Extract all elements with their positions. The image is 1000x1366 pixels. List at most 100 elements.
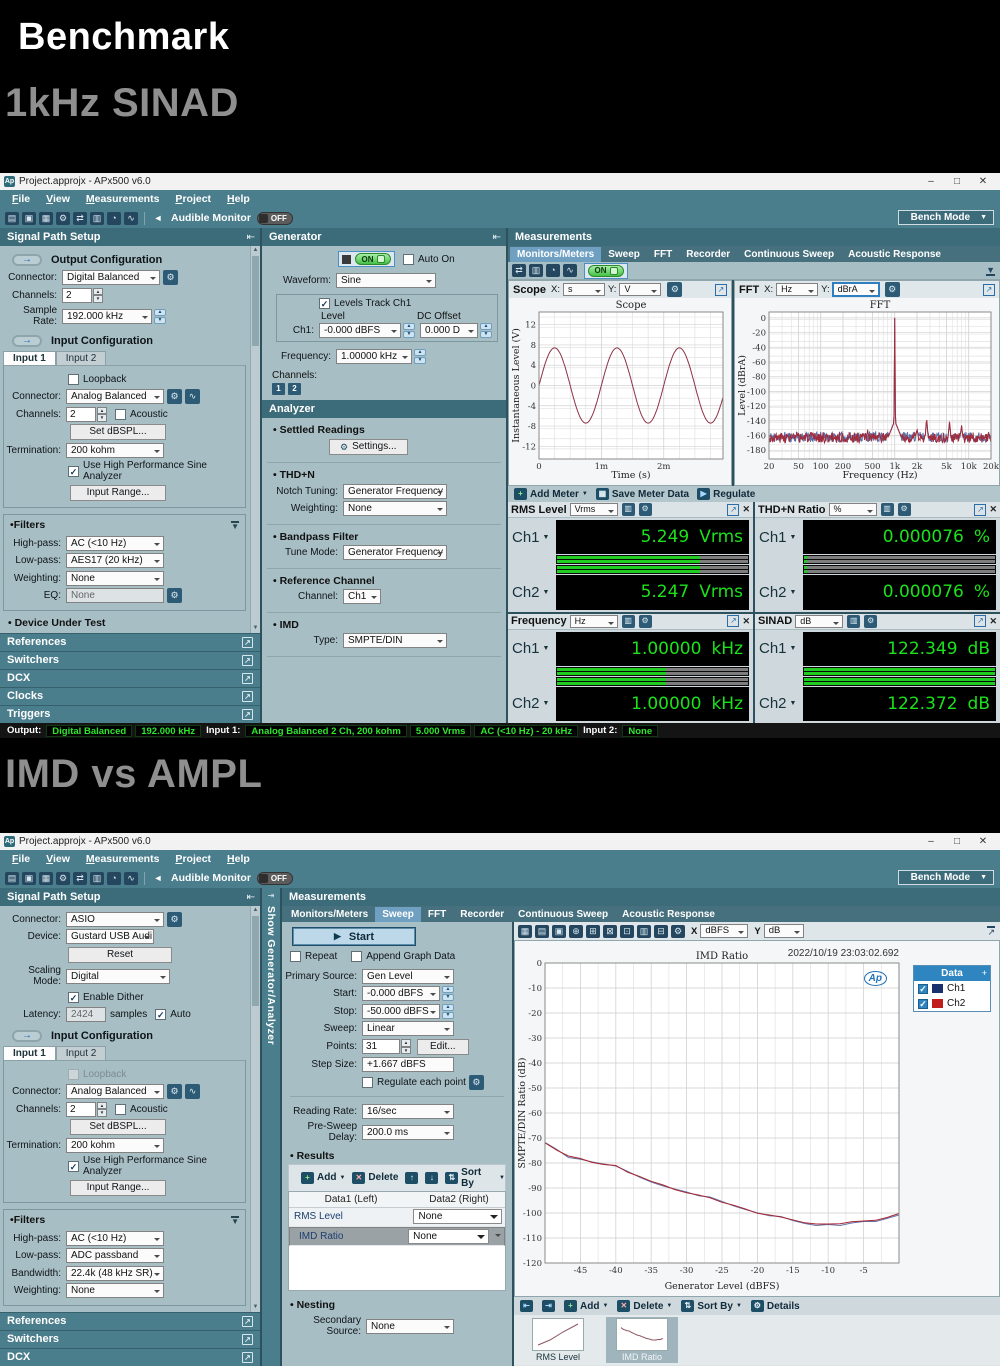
- gear-icon[interactable]: ⚙: [864, 615, 877, 628]
- menu-item-help[interactable]: Help: [219, 191, 258, 207]
- audible-monitor-toggle[interactable]: OFF: [257, 212, 293, 225]
- primary-source-select[interactable]: Gen Level: [362, 969, 454, 984]
- table-view-icon[interactable]: ▥: [637, 925, 651, 938]
- sort-by-button[interactable]: ⇅Sort By▼: [681, 1300, 742, 1312]
- minimize-button[interactable]: –: [918, 836, 944, 847]
- menu-item-view[interactable]: View: [38, 191, 78, 207]
- tab-fft[interactable]: FFT: [421, 907, 453, 922]
- channel-selector[interactable]: Ch1▼: [512, 529, 556, 546]
- channel-selector[interactable]: Ch2▼: [512, 584, 556, 601]
- tab-continuous-sweep[interactable]: Continuous Sweep: [737, 247, 841, 262]
- menu-item-project[interactable]: Project: [167, 851, 219, 867]
- secondary-source-select[interactable]: None: [366, 1319, 454, 1334]
- bench-mode-button[interactable]: Bench Mode▼: [898, 870, 994, 885]
- channel-selector[interactable]: Ch1▼: [759, 640, 803, 657]
- popout-icon[interactable]: ↗: [242, 691, 253, 702]
- channel-selector[interactable]: Ch2▼: [512, 695, 556, 712]
- checkbox-levels-track-ch1[interactable]: ✓: [319, 298, 330, 309]
- channel-selector[interactable]: Ch2▼: [759, 695, 803, 712]
- tab-continuous-sweep[interactable]: Continuous Sweep: [511, 907, 615, 922]
- input-tab-input-1[interactable]: Input 1: [3, 351, 56, 365]
- pre-sweep-delay-select[interactable]: 200.0 ms: [362, 1125, 454, 1140]
- weighting-select[interactable]: None: [66, 571, 164, 586]
- menu-item-file[interactable]: File: [4, 851, 38, 867]
- save-icon[interactable]: ▦: [39, 212, 53, 225]
- collapse-pin-icon[interactable]: ▼: [231, 1216, 239, 1225]
- spinner[interactable]: ▲▼: [442, 1004, 454, 1019]
- button-set-dbspl[interactable]: Set dBSPL...: [70, 1119, 166, 1135]
- sidebar-item-dcx[interactable]: DCX↗: [0, 1349, 260, 1366]
- termination-select[interactable]: 200 kohm: [66, 443, 164, 458]
- gear-icon[interactable]: ⚙: [639, 615, 652, 628]
- checkbox-regulate-each-point[interactable]: [362, 1077, 373, 1088]
- weighting-select[interactable]: None: [66, 1283, 164, 1298]
- start-select[interactable]: -0.000 dBFS: [362, 986, 440, 1001]
- meter-unit-select[interactable]: Hz: [570, 615, 618, 628]
- tab-monitors-meters[interactable]: Monitors/Meters: [284, 907, 375, 922]
- meter-display-icon[interactable]: ▥: [622, 503, 635, 516]
- checkbox-auto-on[interactable]: [403, 254, 414, 265]
- checkbox-repeat[interactable]: [290, 951, 301, 962]
- button-set-dbspl[interactable]: Set dBSPL...: [70, 424, 166, 440]
- frequency-select[interactable]: 1.00000 kHz: [336, 349, 412, 364]
- save-meter-data-button[interactable]: ▦Save Meter Data: [596, 488, 689, 500]
- move-down-button[interactable]: ↓: [425, 1172, 438, 1184]
- close-icon[interactable]: ✕: [989, 616, 997, 627]
- checkbox-auto[interactable]: ✓: [155, 1009, 166, 1020]
- close-icon[interactable]: ✕: [989, 504, 997, 515]
- pin-icon[interactable]: +: [982, 966, 987, 981]
- scrollbar[interactable]: ▲▼: [250, 906, 260, 1312]
- legend-checkbox[interactable]: ✓: [918, 984, 928, 994]
- tab-acoustic-response[interactable]: Acoustic Response: [841, 247, 948, 262]
- popout-icon[interactable]: ↗: [974, 504, 986, 516]
- pan-icon[interactable]: ⊞: [586, 925, 600, 938]
- maximize-button[interactable]: □: [944, 836, 970, 847]
- channels-stepper[interactable]: 2▲▼: [62, 288, 103, 303]
- add-button[interactable]: +Add▼: [301, 1172, 345, 1184]
- popout-icon[interactable]: ↗: [974, 615, 986, 627]
- step-size-input[interactable]: +1.667 dBFS: [362, 1057, 454, 1072]
- gear-icon[interactable]: ⚙: [167, 912, 182, 927]
- tab-recorder[interactable]: Recorder: [679, 247, 737, 262]
- sidebar-item-switchers[interactable]: Switchers↗: [0, 1331, 260, 1349]
- last-button[interactable]: ⇥: [542, 1300, 555, 1312]
- bench-mode-button[interactable]: Bench Mode▼: [898, 210, 994, 225]
- speaker-icon[interactable]: ◄: [151, 872, 165, 885]
- spinner[interactable]: ▲▼: [403, 323, 415, 338]
- generator-on-toggle[interactable]: ON: [338, 251, 395, 267]
- sidebar-item-switchers[interactable]: Switchers↗: [0, 652, 260, 670]
- popout-icon[interactable]: ↗: [727, 615, 739, 627]
- pin-panel-icon[interactable]: ▼: [986, 266, 995, 276]
- notch-tuning-select[interactable]: Generator Frequency: [343, 484, 447, 499]
- recent-icon[interactable]: ◔: [546, 264, 560, 277]
- meter-display-icon[interactable]: ▥: [847, 615, 860, 628]
- checkbox-acoustic[interactable]: [115, 409, 126, 420]
- zoom-icon[interactable]: ⊕: [569, 925, 583, 938]
- popout-icon[interactable]: ↗: [987, 926, 995, 936]
- close-icon[interactable]: ✕: [742, 504, 750, 515]
- menu-item-help[interactable]: Help: [219, 851, 258, 867]
- spinner[interactable]: ▲▼: [414, 349, 426, 364]
- gear-icon[interactable]: ⚙: [163, 270, 178, 285]
- channels-stepper[interactable]: 2▲▼: [66, 407, 107, 422]
- sort-by-button[interactable]: ⇅Sort By▼: [445, 1167, 505, 1189]
- show-generator-analyzer-strip[interactable]: ⇥ Show Generator/Analyzer: [262, 888, 280, 1366]
- maximize-button[interactable]: □: [944, 176, 970, 187]
- checkbox-enable-dither[interactable]: ✓: [68, 992, 79, 1003]
- connector-select[interactable]: Digital Balanced: [62, 270, 160, 285]
- waveform-select[interactable]: Sine: [336, 273, 436, 288]
- gear-icon[interactable]: ⚙: [167, 1084, 182, 1099]
- copy-graph-icon[interactable]: ▤: [535, 925, 549, 938]
- new-doc-icon[interactable]: ▤: [5, 212, 19, 225]
- monitor-wave-icon[interactable]: ∿: [563, 264, 577, 277]
- monitors-on-toggle[interactable]: ON: [584, 263, 628, 279]
- button-input-range[interactable]: Input Range...: [70, 1180, 166, 1196]
- regulate-button[interactable]: ▶Regulate: [697, 488, 755, 500]
- new-doc-icon[interactable]: ▤: [5, 872, 19, 885]
- points-stepper[interactable]: 31▲▼: [362, 1039, 411, 1054]
- tab-monitors-meters[interactable]: Monitors/Meters: [510, 247, 601, 262]
- popout-icon[interactable]: ↗: [727, 504, 739, 516]
- scaling-mode-select[interactable]: Digital: [66, 969, 170, 984]
- tab-sweep[interactable]: Sweep: [375, 907, 421, 922]
- gear-icon[interactable]: ⚙: [469, 1075, 484, 1090]
